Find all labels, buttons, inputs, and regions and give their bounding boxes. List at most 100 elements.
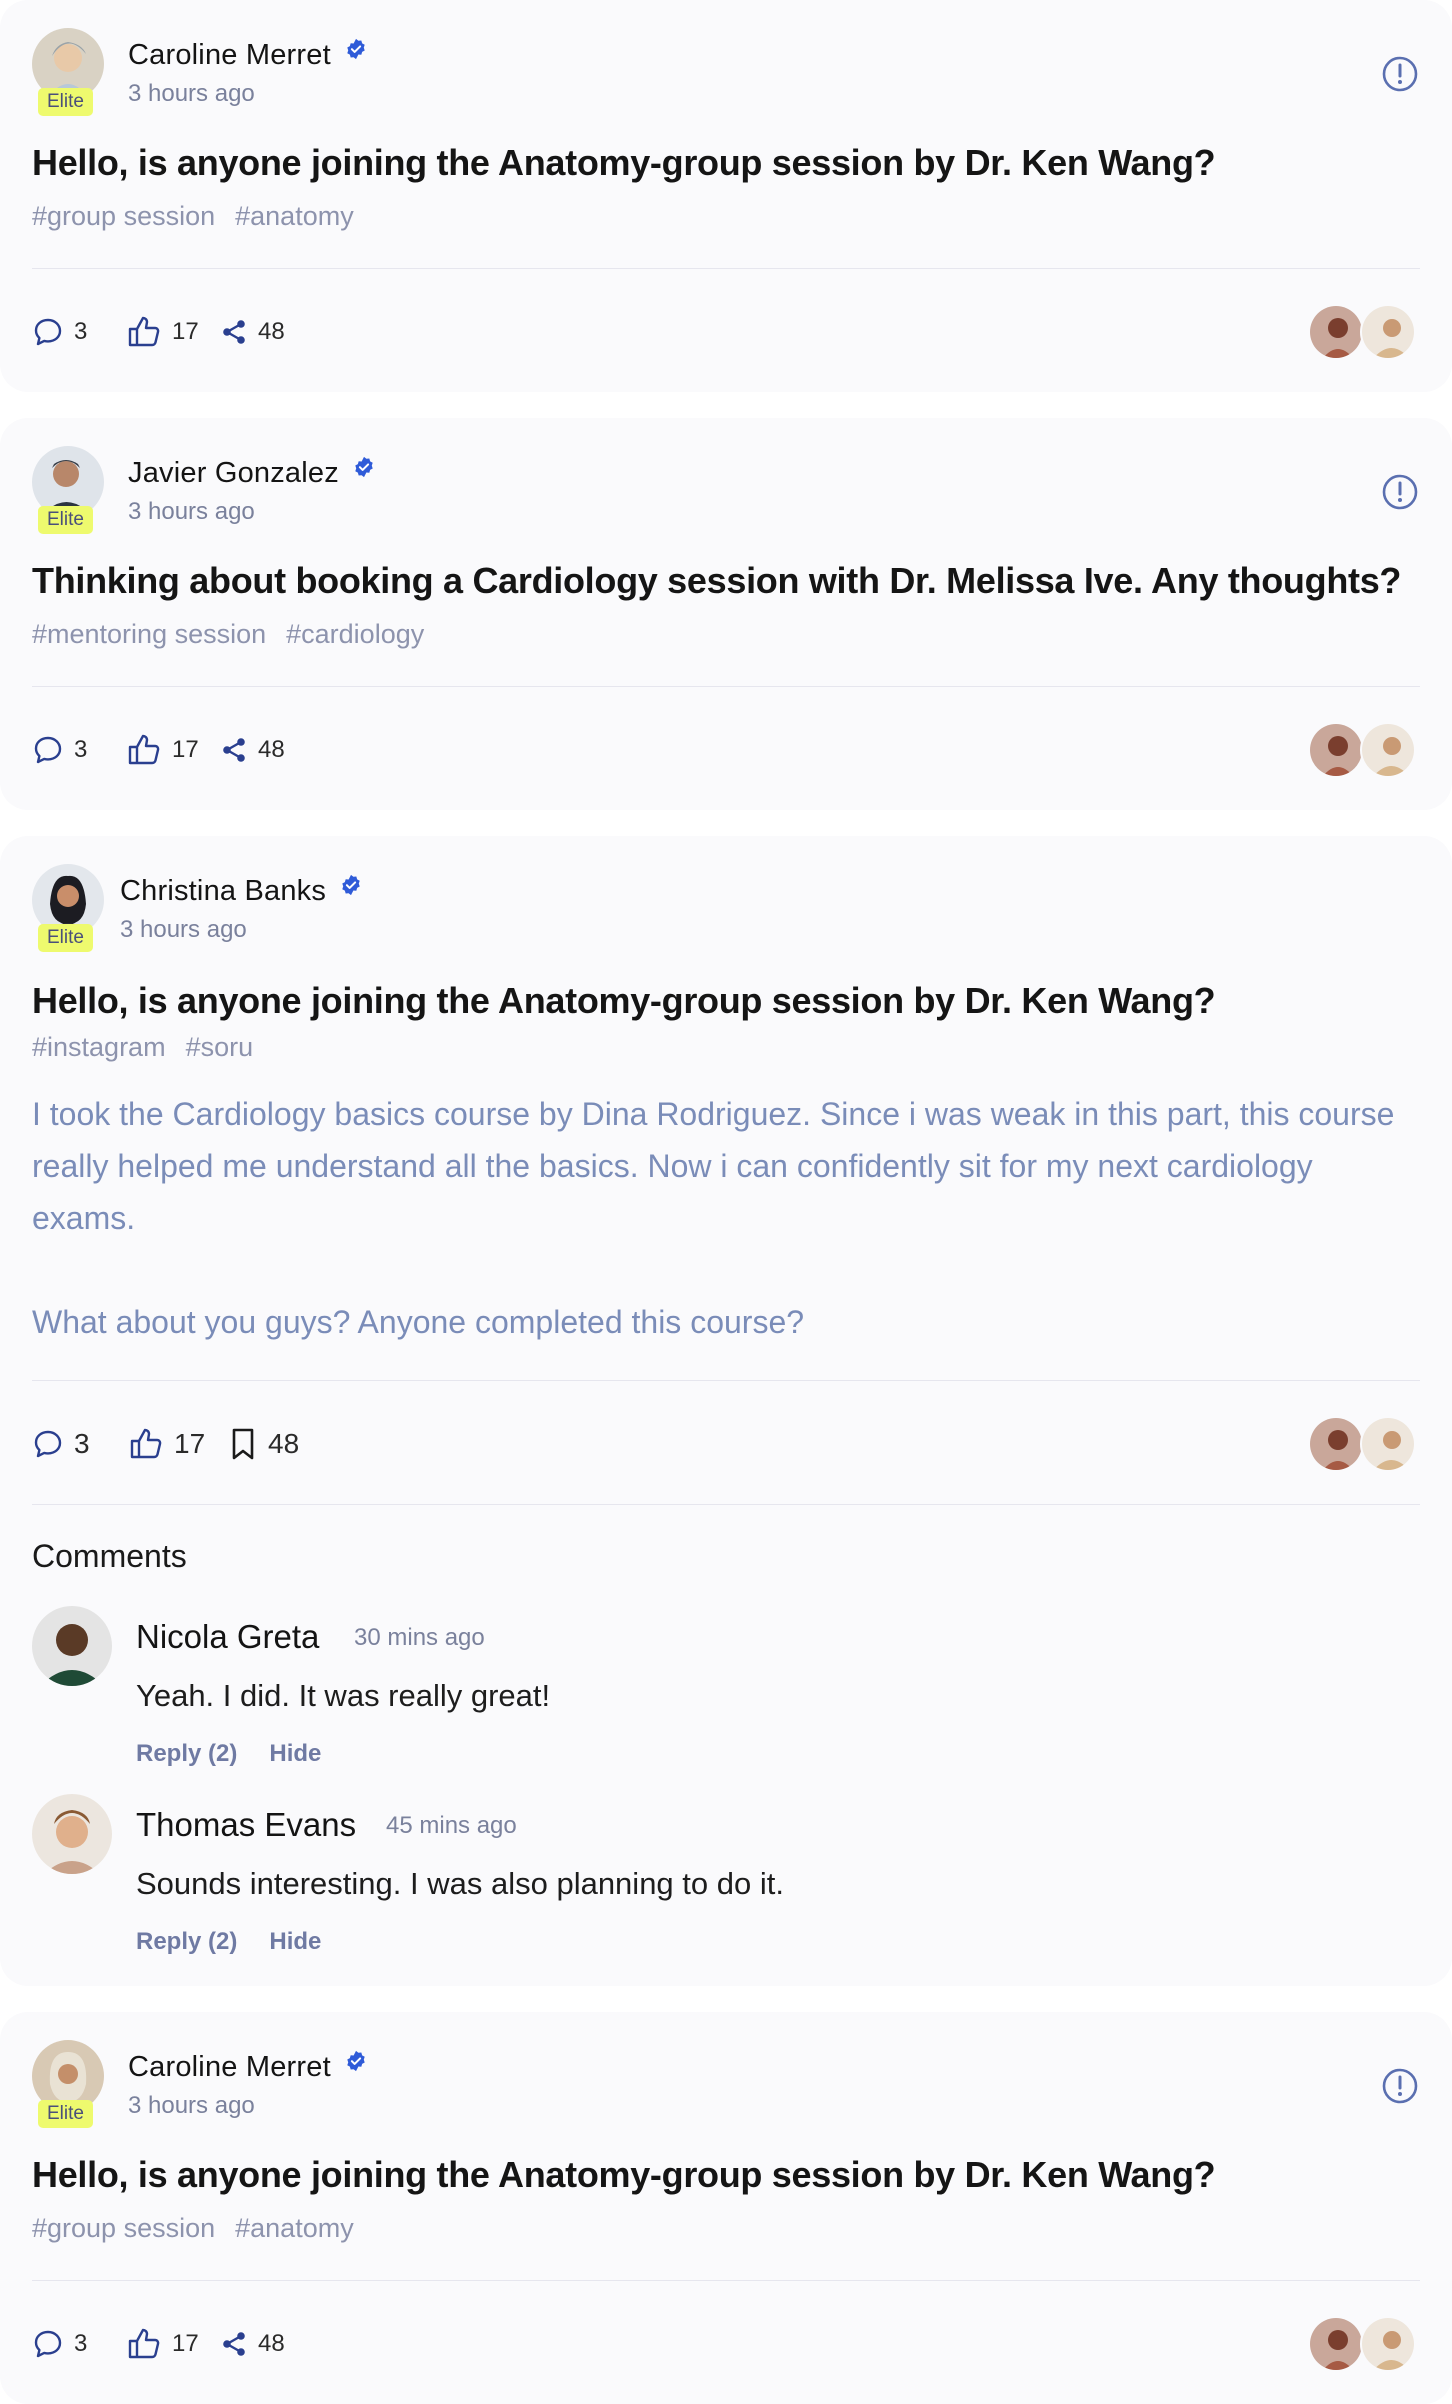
commenter-name[interactable]: Nicola Greta	[136, 1618, 319, 1656]
post-stats: 3 17 48	[32, 722, 1420, 778]
comment-bubble-icon	[34, 318, 62, 346]
comment-bubble-icon	[34, 736, 62, 764]
hide-button[interactable]: Hide	[269, 1928, 321, 1955]
tag[interactable]: #cardiology	[286, 619, 424, 649]
comment-item: Thomas Evans 45 mins ago Sounds interest…	[32, 1794, 1420, 1964]
commenter-name[interactable]: Thomas Evans	[136, 1806, 356, 1844]
share-icon	[223, 320, 245, 344]
post-card: Elite Javier Gonzalez 3 hours ago Thinki…	[0, 418, 1452, 810]
alert-circle-icon[interactable]	[1380, 472, 1420, 512]
comment-actions: Reply (2) Hide	[136, 1928, 353, 1956]
post-stats: 3 17 48	[32, 2316, 1420, 2372]
author-name[interactable]: Christina Banks	[120, 874, 362, 908]
post-stats: 3 17 48	[32, 1416, 1420, 1472]
alert-circle-icon[interactable]	[1380, 2066, 1420, 2106]
divider	[32, 1504, 1420, 1505]
post-timestamp: 3 hours ago	[128, 80, 255, 107]
comments-heading: Comments	[32, 1538, 187, 1574]
post-title[interactable]: Thinking about booking a Cardiology sess…	[32, 560, 1401, 602]
comment-bubble-icon	[34, 2330, 62, 2358]
post-tags: #mentoring session #cardiology	[32, 619, 444, 650]
post-body: I took the Cardiology basics course by D…	[32, 1088, 1402, 1348]
participant-avatars[interactable]	[1308, 722, 1420, 778]
verified-check-icon	[347, 38, 365, 60]
divider	[32, 268, 1420, 269]
post-body-paragraph: What about you guys? Anyone completed th…	[32, 1304, 805, 1340]
comment-timestamp: 30 mins ago	[354, 1624, 485, 1651]
reply-button[interactable]: Reply (2)	[136, 1740, 237, 1767]
share-icon	[223, 738, 245, 762]
comment-count[interactable]: 3	[32, 730, 87, 770]
comment-actions: Reply (2) Hide	[136, 1740, 353, 1768]
comment-count[interactable]: 3	[32, 2324, 87, 2364]
post-author-row: Elite Caroline Merret 3 hours ago	[32, 28, 1420, 118]
tag[interactable]: #soru	[186, 1032, 254, 1062]
divider	[32, 1380, 1420, 1381]
participant-avatar	[1308, 722, 1364, 778]
comment-text: Yeah. I did. It was really great!	[136, 1678, 551, 1713]
hide-button[interactable]: Hide	[269, 1740, 321, 1767]
post-stats: 3 17 48	[32, 304, 1420, 360]
tag[interactable]: #mentoring session	[32, 619, 266, 649]
post-title[interactable]: Hello, is anyone joining the Anatomy-gro…	[32, 142, 1216, 184]
reply-button[interactable]: Reply (2)	[136, 1928, 237, 1955]
verified-check-icon	[342, 874, 360, 896]
like-count[interactable]: 17	[126, 730, 199, 770]
post-author-row: Elite Javier Gonzalez 3 hours ago	[32, 446, 1420, 536]
participant-avatar	[1308, 304, 1364, 360]
thumbs-up-icon	[128, 2328, 160, 2359]
like-count[interactable]: 17	[126, 2324, 199, 2364]
post-timestamp: 3 hours ago	[128, 498, 255, 525]
commenter-avatar[interactable]	[32, 1794, 112, 1874]
post-card: Elite Caroline Merret 3 hours ago Hello,…	[0, 2012, 1452, 2404]
post-tags: #group session #anatomy	[32, 2213, 374, 2244]
comment-count[interactable]: 3	[32, 312, 87, 352]
share-icon	[223, 2332, 245, 2356]
tag[interactable]: #group session	[32, 201, 215, 231]
post-tags: #group session #anatomy	[32, 201, 374, 232]
participant-avatar	[1360, 1416, 1416, 1472]
share-count[interactable]: 48	[220, 730, 285, 770]
participant-avatars[interactable]	[1308, 1416, 1420, 1472]
post-body-paragraph: I took the Cardiology basics course by D…	[32, 1096, 1395, 1236]
elite-badge: Elite	[38, 506, 93, 534]
divider	[32, 686, 1420, 687]
alert-circle-icon[interactable]	[1380, 54, 1420, 94]
tag[interactable]: #anatomy	[235, 2213, 354, 2243]
post-title[interactable]: Hello, is anyone joining the Anatomy-gro…	[32, 2154, 1216, 2196]
participant-avatar	[1308, 2316, 1364, 2372]
bookmark-icon	[232, 1428, 254, 1460]
post-timestamp: 3 hours ago	[120, 916, 247, 943]
like-count[interactable]: 17	[126, 312, 199, 352]
post-card: Elite Christina Banks 3 hours ago Hello,…	[0, 836, 1452, 1986]
participant-avatars[interactable]	[1308, 304, 1420, 360]
participant-avatars[interactable]	[1308, 2316, 1420, 2372]
thumbs-up-icon	[130, 1428, 162, 1459]
post-title[interactable]: Hello, is anyone joining the Anatomy-gro…	[32, 980, 1216, 1022]
verified-check-icon	[347, 2050, 365, 2072]
post-timestamp: 3 hours ago	[128, 2092, 255, 2119]
tag[interactable]: #group session	[32, 2213, 215, 2243]
comment-count[interactable]: 3	[32, 1424, 90, 1464]
like-count[interactable]: 17	[128, 1424, 205, 1464]
post-tags: #instagram #soru	[32, 1032, 273, 1063]
participant-avatar	[1360, 2316, 1416, 2372]
comment-bubble-icon	[34, 1430, 62, 1458]
verified-check-icon	[355, 456, 373, 478]
tag[interactable]: #anatomy	[235, 201, 354, 231]
comment-item: Nicola Greta 30 mins ago Yeah. I did. It…	[32, 1606, 1420, 1776]
elite-badge: Elite	[38, 88, 93, 116]
thumbs-up-icon	[128, 316, 160, 347]
participant-avatar	[1308, 1416, 1364, 1472]
share-count[interactable]: 48	[220, 312, 285, 352]
tag[interactable]: #instagram	[32, 1032, 166, 1062]
post-author-row: Elite Caroline Merret 3 hours ago	[32, 2040, 1420, 2130]
share-count[interactable]: 48	[220, 2324, 285, 2364]
author-name[interactable]: Caroline Merret	[128, 38, 367, 72]
divider	[32, 2280, 1420, 2281]
author-name[interactable]: Caroline Merret	[128, 2050, 367, 2084]
commenter-avatar[interactable]	[32, 1606, 112, 1686]
author-name[interactable]: Javier Gonzalez	[128, 456, 375, 490]
post-card: Elite Caroline Merret 3 hours ago Hello,…	[0, 0, 1452, 392]
save-count[interactable]: 48	[228, 1424, 299, 1464]
